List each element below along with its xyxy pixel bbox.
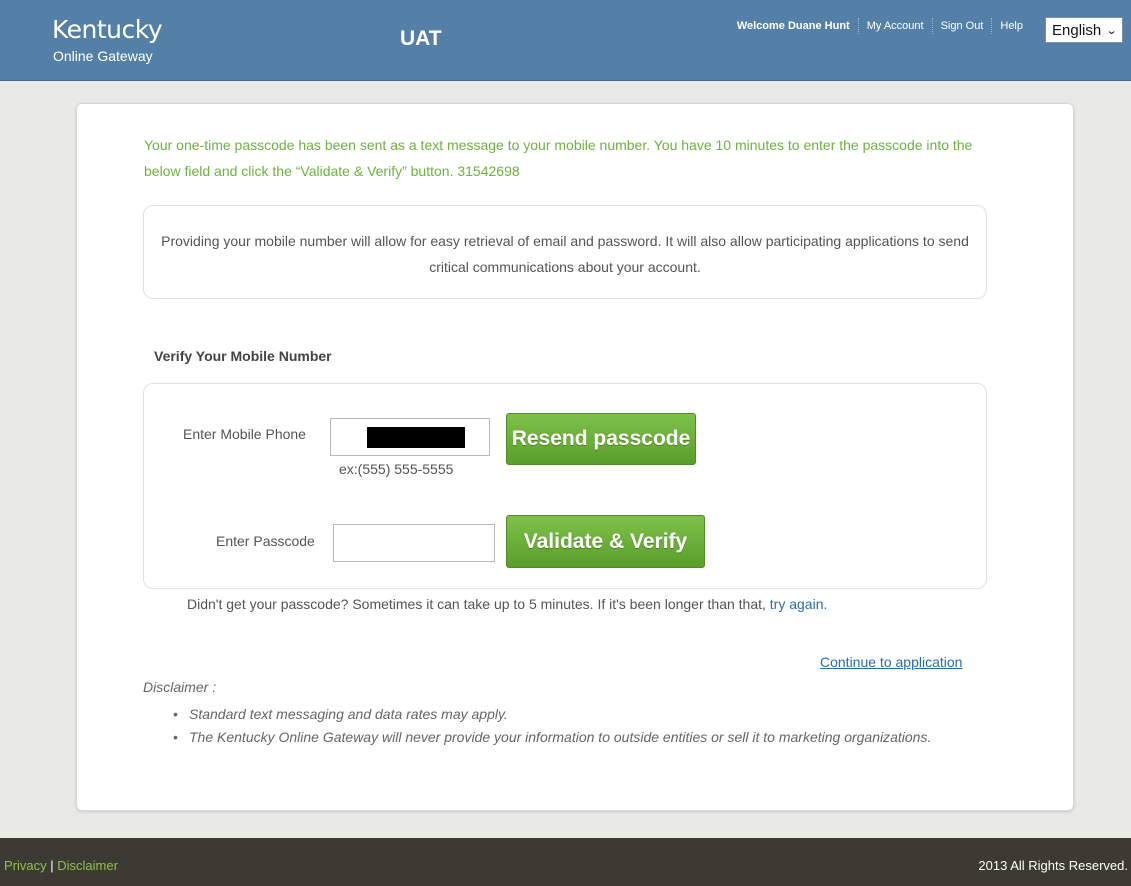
disclaimer-title: Disclaimer : (143, 679, 217, 695)
language-select[interactable]: English ⌄ (1045, 17, 1123, 43)
disclaimer-list: • Standard text messaging and data rates… (173, 703, 933, 749)
disclaimer-text: Standard text messaging and data rates m… (189, 706, 508, 722)
footer: Privacy | Disclaimer 2013 All Rights Res… (0, 838, 1131, 886)
welcome-text: Welcome Duane Hunt (736, 20, 850, 32)
privacy-link[interactable]: Privacy (4, 858, 47, 873)
mobile-phone-input[interactable] (330, 418, 490, 456)
retry-line: Didn't get your passcode? Sometimes it c… (187, 596, 827, 612)
chevron-down-icon: ⌄ (1105, 24, 1118, 37)
my-account-link[interactable]: My Account (857, 18, 932, 34)
disclaimer-link[interactable]: Disclaimer (57, 858, 118, 873)
phone-format-hint: ex:(555) 555-5555 (339, 461, 454, 477)
environment-label: UAT (400, 27, 442, 50)
list-item: • Standard text messaging and data rates… (173, 703, 933, 725)
section-title: Verify Your Mobile Number (154, 348, 332, 364)
info-box: Providing your mobile number will allow … (143, 205, 987, 299)
validate-verify-button[interactable]: Validate & Verify (506, 515, 705, 568)
retry-text: Didn't get your passcode? Sometimes it c… (187, 596, 766, 612)
brand-subtitle[interactable]: Online Gateway (53, 48, 153, 64)
top-nav: Welcome Duane Hunt My Account Sign Out H… (729, 18, 1031, 34)
main-card: Your one-time passcode has been sent as … (76, 103, 1074, 811)
disclaimer-text: The Kentucky Online Gateway will never p… (189, 729, 932, 745)
passcode-input[interactable] (333, 524, 495, 562)
info-text: Providing your mobile number will allow … (161, 233, 969, 275)
resend-passcode-button[interactable]: Resend passcode (506, 413, 696, 465)
footer-links: Privacy | Disclaimer (4, 858, 118, 873)
redacted-phone-value (367, 427, 465, 448)
language-value: English (1052, 21, 1102, 39)
brand-title[interactable]: Kentucky (52, 16, 163, 44)
footer-separator: | (50, 858, 54, 873)
phone-label: Enter Mobile Phone (183, 426, 306, 442)
passcode-label: Enter Passcode (216, 533, 315, 549)
passcode-sent-notice: Your one-time passcode has been sent as … (144, 137, 973, 179)
help-link[interactable]: Help (991, 18, 1031, 34)
try-again-link[interactable]: try again. (770, 596, 828, 612)
sign-out-link[interactable]: Sign Out (931, 18, 992, 34)
copyright-text: 2013 All Rights Reserved. (978, 858, 1128, 873)
continue-to-application-link[interactable]: Continue to application (820, 654, 962, 670)
bullet-icon: • (173, 729, 178, 745)
bullet-icon: • (173, 706, 178, 722)
list-item: • The Kentucky Online Gateway will never… (173, 726, 933, 748)
verify-form-box: Enter Mobile Phone ex:(555) 555-5555 Res… (143, 383, 987, 589)
top-header: Kentucky Online Gateway UAT Welcome Duan… (0, 0, 1131, 81)
